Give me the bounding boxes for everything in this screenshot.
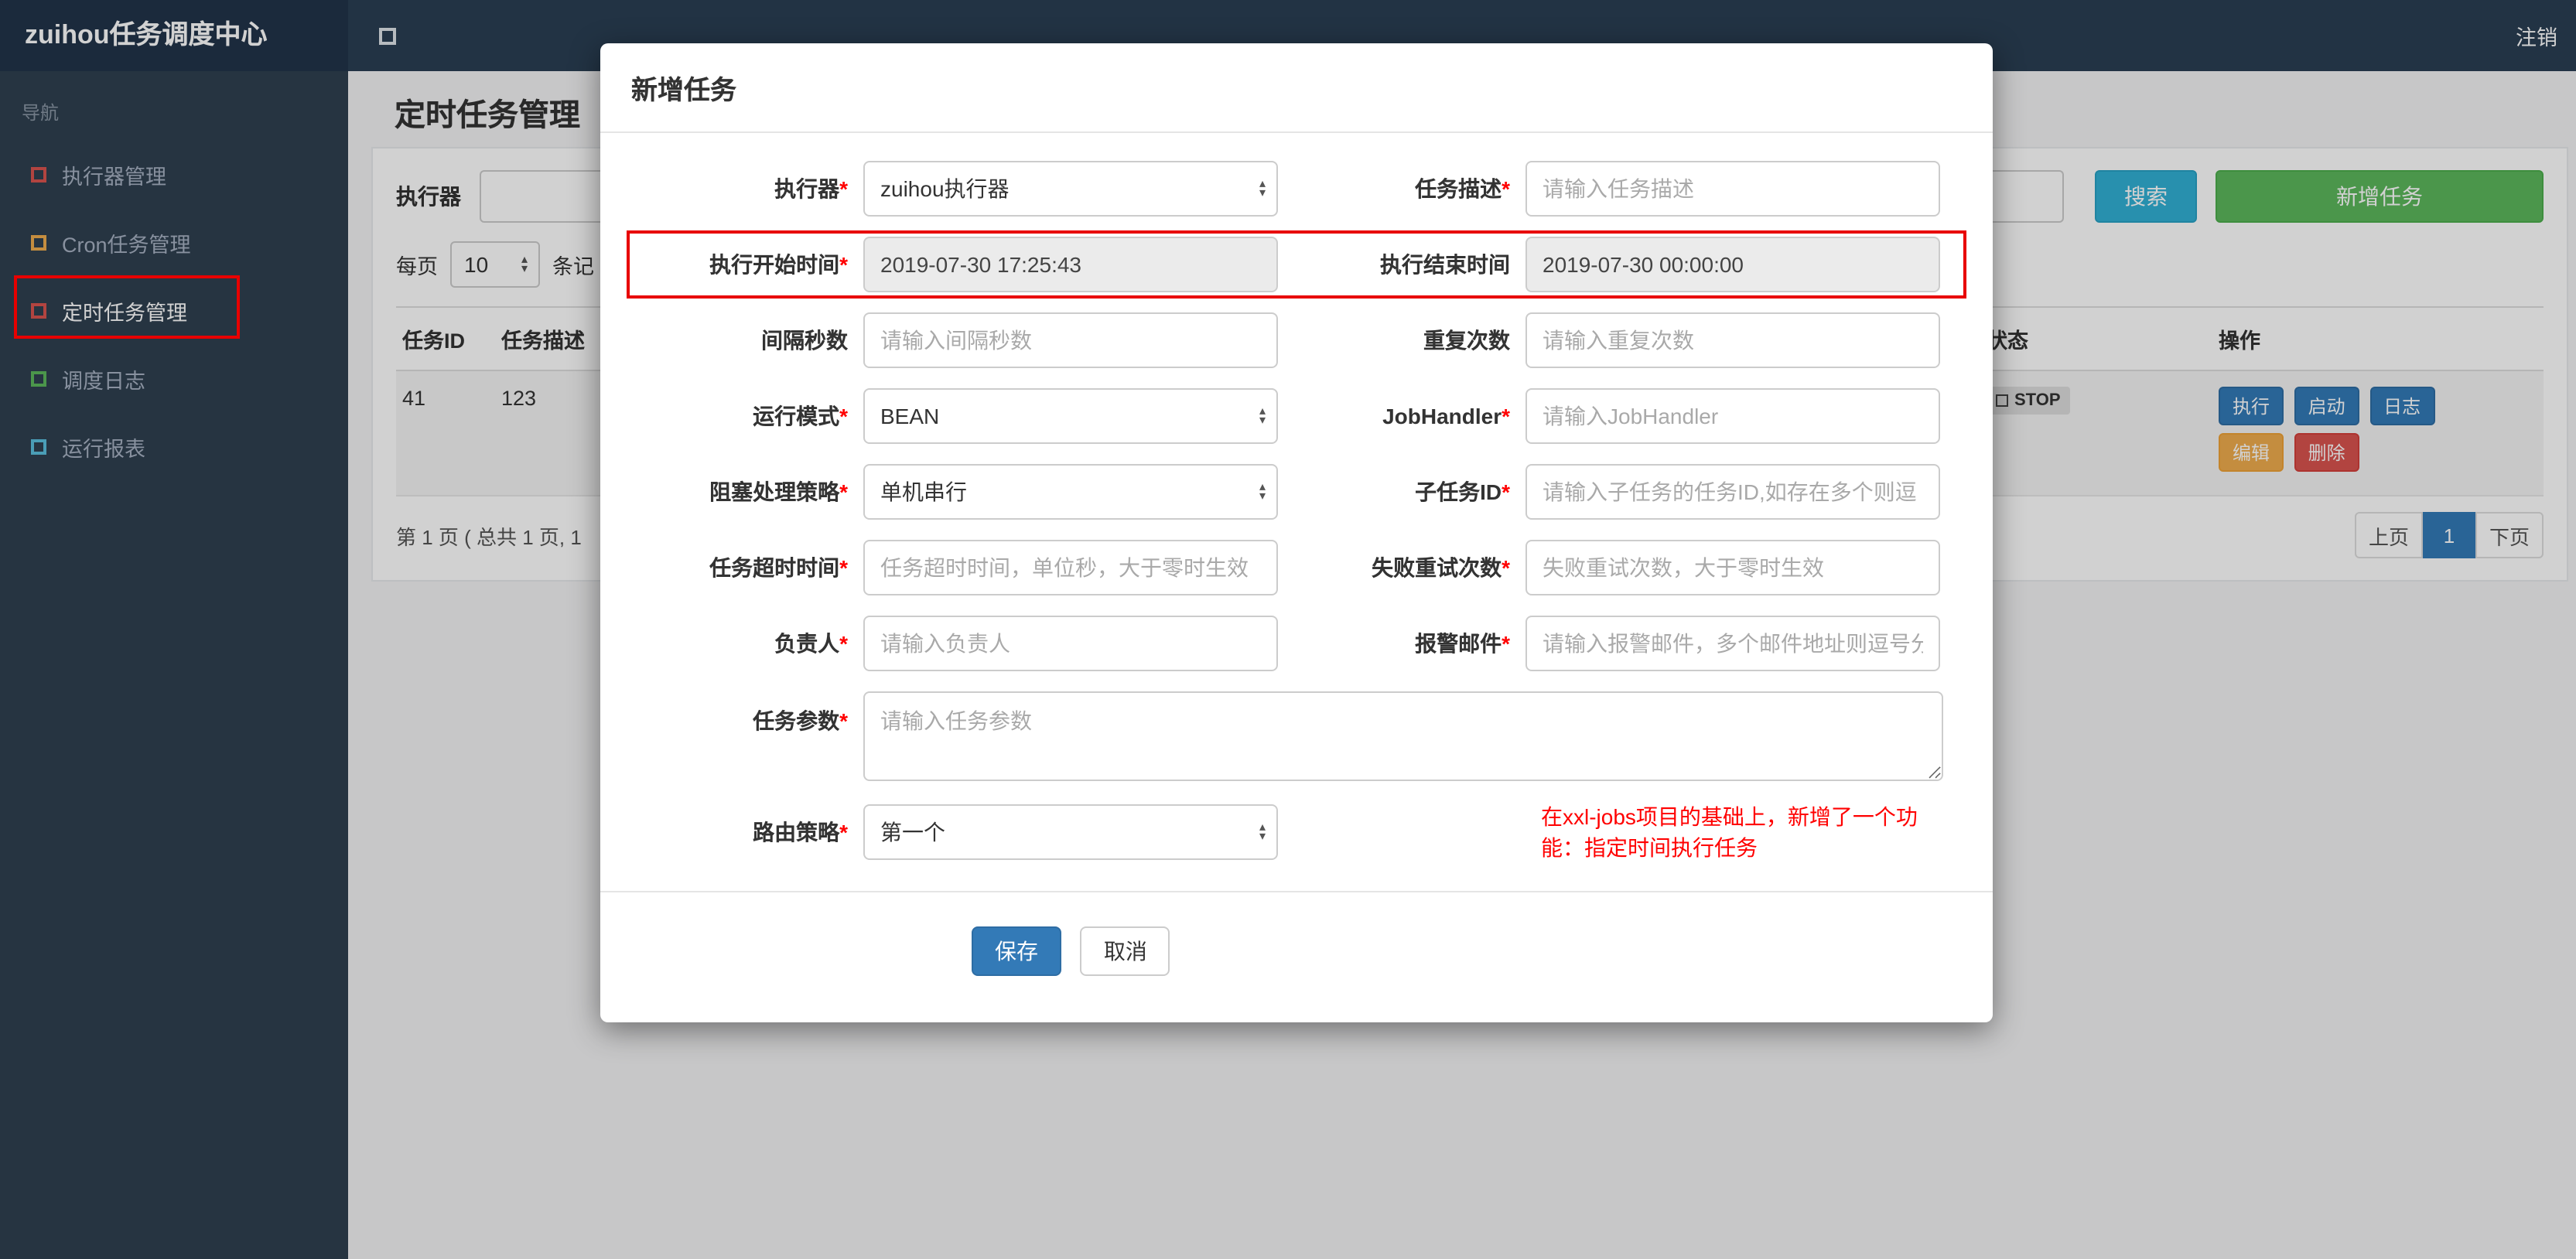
screen: zuihou任务调度中心 注销 导航 执行器管理 Cron任务管理 定时任务管理… (0, 0, 2576, 1259)
alarm-email-group: 报警邮件* (1293, 616, 1956, 671)
save-button[interactable]: 保存 (972, 926, 1061, 976)
required-asterisk: * (1502, 555, 1510, 580)
cancel-button[interactable]: 取消 (1080, 926, 1170, 976)
executor-group: 执行器* zuihou执行器 ▴ ▾ (631, 161, 1293, 217)
label-text: 路由策略 (753, 820, 840, 844)
job-desc-input[interactable] (1525, 161, 1940, 217)
required-asterisk: * (839, 479, 848, 504)
form-row-job-params: 任务参数* (631, 691, 1962, 781)
label-text: 任务超时时间 (709, 555, 840, 580)
note-group: 在xxl-jobs项目的基础上，新增了一个功能：指定时间执行任务 (1293, 801, 1956, 863)
timeout-label: 任务超时时间* (631, 552, 863, 583)
form-row-timeout: 任务超时时间* 失败重试次数* (631, 540, 1962, 595)
owner-input[interactable] (863, 616, 1278, 671)
child-task-id-input[interactable] (1525, 464, 1940, 520)
interval-label: 间隔秒数 (631, 325, 863, 356)
modal-footer: 保存 取消 (600, 891, 1993, 1022)
jobhandler-input[interactable] (1525, 388, 1940, 444)
select-stepper-icon: ▴ ▾ (1259, 820, 1266, 843)
modal-title: 新增任务 (600, 43, 1993, 133)
label-text: 负责人 (774, 631, 840, 656)
select-stepper-icon: ▴ ▾ (1259, 479, 1266, 503)
label-text: 执行结束时间 (1380, 252, 1510, 277)
start-time-label: 执行开始时间* (631, 249, 863, 280)
alarm-email-input[interactable] (1525, 616, 1940, 671)
timeout-input[interactable] (863, 540, 1278, 595)
form-row-owner: 负责人* 报警邮件* (631, 616, 1962, 671)
job-params-group: 任务参数* (631, 691, 1962, 781)
interval-group: 间隔秒数 (631, 312, 1293, 368)
feature-note: 在xxl-jobs项目的基础上，新增了一个功能：指定时间执行任务 (1541, 804, 1918, 860)
label-text: 子任务ID (1415, 479, 1502, 504)
required-asterisk: * (839, 708, 848, 733)
end-time-input[interactable] (1525, 237, 1940, 292)
run-mode-label: 运行模式* (631, 401, 863, 432)
form-row-interval: 间隔秒数 重复次数 (631, 312, 1962, 368)
label-text: 执行器 (774, 176, 840, 201)
form-row-run-mode: 运行模式* BEAN ▴ ▾ JobHandler* (631, 388, 1962, 444)
label-text: 失败重试次数 (1372, 555, 1502, 580)
required-asterisk: * (839, 631, 848, 656)
form-row-exec-time: 执行开始时间* 执行结束时间 (627, 230, 1966, 299)
fail-retry-group: 失败重试次数* (1293, 540, 1956, 595)
form-row-executor: 执行器* zuihou执行器 ▴ ▾ 任务描述* (631, 161, 1962, 217)
form-row-block-strategy: 阻塞处理策略* 单机串行 ▴ ▾ 子任务ID* (631, 464, 1962, 520)
child-task-label: 子任务ID* (1293, 476, 1525, 507)
block-strategy-label: 阻塞处理策略* (631, 476, 863, 507)
required-asterisk: * (839, 820, 848, 844)
jobhandler-label: JobHandler* (1293, 404, 1525, 428)
fail-retry-label: 失败重试次数* (1293, 552, 1525, 583)
label-text: 阻塞处理策略 (709, 479, 840, 504)
required-asterisk: * (1502, 631, 1510, 656)
required-asterisk: * (839, 176, 848, 201)
required-asterisk: * (1502, 404, 1510, 428)
executor-label: 执行器* (631, 173, 863, 204)
end-time-label: 执行结束时间 (1293, 249, 1525, 280)
jobhandler-group: JobHandler* (1293, 388, 1956, 444)
job-params-label: 任务参数* (631, 705, 863, 736)
owner-label: 负责人* (631, 628, 863, 659)
required-asterisk: * (839, 555, 848, 580)
label-text: 执行开始时间 (709, 252, 840, 277)
block-strategy-group: 阻塞处理策略* 单机串行 ▴ ▾ (631, 464, 1293, 520)
label-text: 运行模式 (753, 404, 840, 428)
job-desc-group: 任务描述* (1293, 161, 1956, 217)
alarm-email-label: 报警邮件* (1293, 628, 1525, 659)
required-asterisk: * (1502, 479, 1510, 504)
owner-group: 负责人* (631, 616, 1293, 671)
label-text: 间隔秒数 (761, 328, 848, 353)
fail-retry-input[interactable] (1525, 540, 1940, 595)
run-mode-select[interactable]: BEAN ▴ ▾ (863, 388, 1278, 444)
timeout-group: 任务超时时间* (631, 540, 1293, 595)
label-text: 任务描述 (1415, 176, 1502, 201)
label-text: 任务参数 (753, 708, 840, 733)
label-text: JobHandler (1382, 404, 1502, 428)
route-strategy-select[interactable]: 第一个 ▴ ▾ (863, 804, 1278, 860)
executor-select[interactable]: zuihou执行器 ▴ ▾ (863, 161, 1278, 217)
form-row-route-strategy: 路由策略* 第一个 ▴ ▾ 在xxl-jobs项目的基础上，新增了一个功能：指定时… (631, 801, 1962, 863)
modal-body: 执行器* zuihou执行器 ▴▾ 任务描述* 执行开始时间* (600, 133, 1993, 863)
job-desc-label: 任务描述* (1293, 173, 1525, 204)
child-task-group: 子任务ID* (1293, 464, 1956, 520)
repeat-count-input[interactable] (1525, 312, 1940, 368)
repeat-count-label: 重复次数 (1293, 325, 1525, 356)
label-text: 重复次数 (1423, 328, 1510, 353)
route-strategy-group: 路由策略* 第一个 ▴ ▾ (631, 801, 1293, 863)
required-asterisk: * (839, 252, 848, 277)
select-stepper-icon: ▴ ▾ (1259, 176, 1266, 200)
label-text: 报警邮件 (1415, 631, 1502, 656)
block-strategy-select[interactable]: 单机串行 ▴ ▾ (863, 464, 1278, 520)
end-time-group: 执行结束时间 (1293, 237, 1956, 292)
add-task-modal: 新增任务 执行器* zuihou执行器 ▴ ▾ 任务描述* 请输入任务描述 执行… (600, 43, 1993, 1022)
required-asterisk: * (1502, 176, 1510, 201)
interval-seconds-input[interactable] (863, 312, 1278, 368)
run-mode-group: 运行模式* BEAN ▴ ▾ (631, 388, 1293, 444)
repeat-count-group: 重复次数 (1293, 312, 1956, 368)
start-time-group: 执行开始时间* (631, 237, 1293, 292)
start-time-input[interactable] (863, 237, 1278, 292)
job-params-textarea[interactable] (863, 691, 1943, 781)
required-asterisk: * (839, 404, 848, 428)
route-strategy-label: 路由策略* (631, 817, 863, 848)
select-stepper-icon: ▴ ▾ (1259, 404, 1266, 427)
